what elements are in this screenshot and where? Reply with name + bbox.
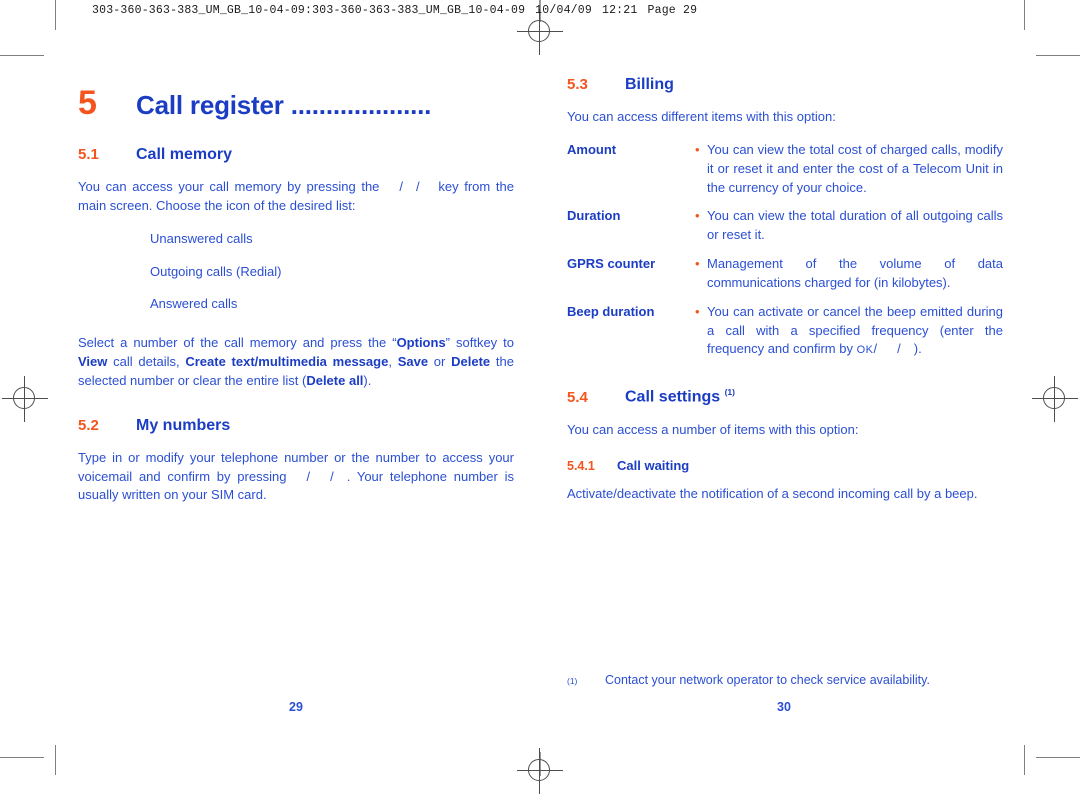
beep-desc-before: You can activate or cancel the beep emit… (707, 303, 1003, 357)
chapter-heading: 5 Call register .................... (78, 86, 514, 120)
opt-p7: ). (363, 372, 372, 388)
my-numbers-body: Type in or modify your telephone number … (78, 449, 515, 503)
left-page-content: 5 Call register .................... 5.1… (78, 0, 514, 519)
call-memory-list: Unanswered calls Outgoing calls (Redial)… (78, 230, 514, 315)
list-item: Unanswered calls (150, 230, 253, 246)
footnote: (1) Contact your network operator to che… (567, 672, 1003, 690)
definition-row-duration: Duration • You can view the total durati… (567, 207, 1003, 245)
section-number-5-3: 5.3 (567, 76, 588, 93)
chapter-title: Call register .................... (136, 90, 432, 120)
definition-term: GPRS counter (567, 256, 656, 272)
section-heading-call-memory: 5.1 Call memory (78, 146, 514, 164)
bullet-icon: • (695, 141, 700, 157)
page-right: 5.3 Billing You can access different ite… (540, 0, 1080, 798)
chapter-number: 5 (78, 84, 97, 122)
definition-description: You can activate or cancel the beep emit… (707, 303, 1003, 357)
call-memory-intro-before: You can access your call memory by press… (78, 179, 380, 194)
call-memory-options-paragraph: Select a number of the call memory and p… (78, 334, 514, 391)
footnote-marker: (1) (724, 387, 735, 398)
opt-p1: Select a number of the call memory and p… (78, 335, 397, 351)
bullet-icon: • (695, 256, 700, 272)
section-number-5-4: 5.4 (567, 388, 588, 406)
definition-description: Management of the volume of data communi… (707, 256, 1003, 290)
section-title-call-memory: Call memory (136, 146, 233, 163)
opt-p3: call details, (107, 354, 186, 370)
section-title-billing: Billing (625, 76, 674, 93)
definition-row-beep-duration: Beep duration • You can activate or canc… (567, 303, 1003, 360)
section-number-5-2: 5.2 (78, 416, 99, 434)
definition-row-gprs-counter: GPRS counter • Management of the volume … (567, 255, 1003, 293)
page-left: 5 Call register .................... 5.1… (0, 0, 540, 798)
bullet-icon: • (695, 303, 700, 319)
list-item: Answered calls (150, 296, 238, 312)
section-heading-call-settings: 5.4 Call settings (1) (567, 387, 1003, 406)
footnote-marker-bottom: (1) (567, 676, 578, 686)
right-page-content: 5.3 Billing You can access different ite… (567, 0, 1003, 517)
section-heading-my-numbers: 5.2 My numbers (78, 417, 514, 435)
opt-b3: Create text/multimedia message (185, 354, 389, 370)
definition-description: You can view the total duration of all o… (707, 208, 1003, 243)
page-number-left: 29 (289, 700, 303, 714)
call-memory-intro: You can access your call memory by press… (78, 179, 514, 213)
subsection-heading-call-waiting: 5.4.1 Call waiting (567, 458, 1003, 473)
definition-term: Duration (567, 208, 621, 224)
opt-b4: Save (397, 354, 429, 370)
subsection-title-call-waiting: Call waiting (617, 457, 690, 473)
footnote-text: Contact your network operator to check s… (605, 673, 930, 687)
list-item: Outgoing calls (Redial) (150, 263, 282, 279)
opt-b1: Options (396, 335, 446, 351)
call-settings-title-text: Call settings (625, 388, 721, 406)
page-number-right: 30 (777, 700, 791, 714)
definition-term: Amount (567, 141, 617, 157)
definition-term: Beep duration (567, 303, 655, 319)
call-waiting-body: Activate/deactivate the notification of … (567, 485, 978, 501)
beep-desc-after: ). (913, 341, 922, 357)
section-title-my-numbers: My numbers (136, 416, 231, 434)
opt-p2: ” softkey to (445, 335, 514, 351)
section-title-call-settings: Call settings (1) (625, 387, 735, 406)
section-heading-billing: 5.3 Billing (567, 76, 1003, 94)
opt-b6: Delete all (306, 372, 364, 388)
bullet-icon: • (695, 208, 700, 224)
billing-intro: You can access different items with this… (567, 109, 836, 124)
opt-p5: or (428, 354, 452, 370)
section-number-5-1: 5.1 (78, 146, 99, 163)
opt-b5: Delete (451, 354, 491, 370)
ok-key-icon: OK (856, 344, 874, 357)
definition-row-amount: Amount • You can view the total cost of … (567, 141, 1003, 198)
definition-description: You can view the total cost of charged c… (707, 141, 1003, 195)
opt-p4: , (388, 354, 398, 370)
opt-b2: View (78, 354, 108, 370)
call-settings-intro: You can access a number of items with th… (567, 421, 859, 437)
subsection-number-5-4-1: 5.4.1 (567, 458, 595, 473)
